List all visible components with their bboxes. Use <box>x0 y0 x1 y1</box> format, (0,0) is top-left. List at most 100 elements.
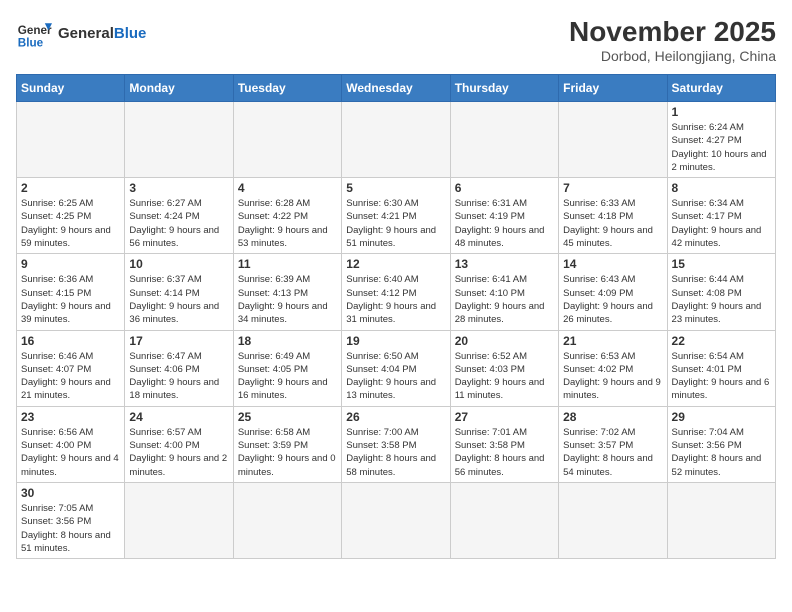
day-info: Sunrise: 7:00 AM Sunset: 3:58 PM Dayligh… <box>346 426 445 479</box>
calendar-day-cell <box>559 102 667 178</box>
calendar-day-cell <box>450 482 558 558</box>
calendar-day-cell <box>233 102 341 178</box>
svg-text:Blue: Blue <box>18 37 44 50</box>
calendar-day-cell: 10 Sunrise: 6:37 AM Sunset: 4:14 PM Dayli… <box>125 254 233 330</box>
day-number: 24 <box>129 410 228 424</box>
day-info: Sunrise: 6:34 AM Sunset: 4:17 PM Dayligh… <box>672 197 771 250</box>
day-info: Sunrise: 6:40 AM Sunset: 4:12 PM Dayligh… <box>346 273 445 326</box>
calendar-day-cell: 28Sunrise: 7:02 AM Sunset: 3:57 PM Dayli… <box>559 406 667 482</box>
calendar-week-row: 9Sunrise: 6:36 AM Sunset: 4:15 PM Daylig… <box>17 254 776 330</box>
day-info: Sunrise: 6:30 AM Sunset: 4:21 PM Dayligh… <box>346 197 445 250</box>
calendar-day-cell: 23 Sunrise: 6:56 AM Sunset: 4:00 PM Dayli… <box>17 406 125 482</box>
day-info: Sunrise: 6:33 AM Sunset: 4:18 PM Dayligh… <box>563 197 662 250</box>
day-number: 18 <box>238 334 337 348</box>
day-info: Sunrise: 6:49 AM Sunset: 4:05 PM Dayligh… <box>238 350 337 403</box>
calendar-day-cell: 15Sunrise: 6:44 AM Sunset: 4:08 PM Dayli… <box>667 254 775 330</box>
day-info: Sunrise: 6:58 AM Sunset: 3:59 PM Dayligh… <box>238 426 337 479</box>
calendar-day-cell: 17 Sunrise: 6:47 AM Sunset: 4:06 PM Dayli… <box>125 330 233 406</box>
day-info: Sunrise: 6:28 AM Sunset: 4:22 PM Dayligh… <box>238 197 337 250</box>
day-number: 1 <box>672 105 771 119</box>
calendar-day-cell: 11 Sunrise: 6:39 AM Sunset: 4:13 PM Dayli… <box>233 254 341 330</box>
day-info: Sunrise: 6:56 AM Sunset: 4:00 PM Dayligh… <box>21 426 120 479</box>
calendar-day-cell: 2Sunrise: 6:25 AM Sunset: 4:25 PM Daylig… <box>17 178 125 254</box>
day-info: Sunrise: 6:53 AM Sunset: 4:02 PM Dayligh… <box>563 350 662 403</box>
calendar-table: SundayMondayTuesdayWednesdayThursdayFrid… <box>16 74 776 559</box>
day-number: 25 <box>238 410 337 424</box>
weekday-header: Tuesday <box>233 75 341 102</box>
day-info: Sunrise: 6:52 AM Sunset: 4:03 PM Dayligh… <box>455 350 554 403</box>
calendar-day-cell: 5 Sunrise: 6:30 AM Sunset: 4:21 PM Daylig… <box>342 178 450 254</box>
day-number: 27 <box>455 410 554 424</box>
day-number: 16 <box>21 334 120 348</box>
weekday-header: Monday <box>125 75 233 102</box>
day-number: 10 <box>129 257 228 271</box>
calendar-day-cell: 22 Sunrise: 6:54 AM Sunset: 4:01 PM Dayli… <box>667 330 775 406</box>
calendar-day-cell: 18 Sunrise: 6:49 AM Sunset: 4:05 PM Dayli… <box>233 330 341 406</box>
day-info: Sunrise: 7:01 AM Sunset: 3:58 PM Dayligh… <box>455 426 554 479</box>
calendar-day-cell <box>667 482 775 558</box>
calendar-day-cell: 24 Sunrise: 6:57 AM Sunset: 4:00 PM Dayli… <box>125 406 233 482</box>
day-number: 3 <box>129 181 228 195</box>
page-subtitle: Dorbod, Heilongjiang, China <box>569 48 776 64</box>
logo: General Blue GeneralBlue <box>16 16 146 52</box>
day-info: Sunrise: 6:46 AM Sunset: 4:07 PM Dayligh… <box>21 350 120 403</box>
calendar-day-cell: 7 Sunrise: 6:33 AM Sunset: 4:18 PM Daylig… <box>559 178 667 254</box>
day-number: 17 <box>129 334 228 348</box>
day-number: 11 <box>238 257 337 271</box>
day-number: 13 <box>455 257 554 271</box>
calendar-day-cell <box>559 482 667 558</box>
day-number: 8 <box>672 181 771 195</box>
calendar-day-cell: 30Sunrise: 7:05 AM Sunset: 3:56 PM Dayli… <box>17 482 125 558</box>
calendar-day-cell: 26Sunrise: 7:00 AM Sunset: 3:58 PM Dayli… <box>342 406 450 482</box>
day-info: Sunrise: 6:47 AM Sunset: 4:06 PM Dayligh… <box>129 350 228 403</box>
calendar-day-cell: 19Sunrise: 6:50 AM Sunset: 4:04 PM Dayli… <box>342 330 450 406</box>
day-number: 28 <box>563 410 662 424</box>
calendar-day-cell: 16 Sunrise: 6:46 AM Sunset: 4:07 PM Dayli… <box>17 330 125 406</box>
page-header: General Blue GeneralBlue November 2025 D… <box>16 16 776 64</box>
calendar-day-cell: 6Sunrise: 6:31 AM Sunset: 4:19 PM Daylig… <box>450 178 558 254</box>
day-number: 22 <box>672 334 771 348</box>
day-number: 5 <box>346 181 445 195</box>
day-number: 15 <box>672 257 771 271</box>
calendar-day-cell <box>125 102 233 178</box>
logo-general: General <box>58 25 114 42</box>
calendar-week-row: 30Sunrise: 7:05 AM Sunset: 3:56 PM Dayli… <box>17 482 776 558</box>
calendar-day-cell: 25 Sunrise: 6:58 AM Sunset: 3:59 PM Dayli… <box>233 406 341 482</box>
day-number: 7 <box>563 181 662 195</box>
day-number: 21 <box>563 334 662 348</box>
calendar-day-cell: 29Sunrise: 7:04 AM Sunset: 3:56 PM Dayli… <box>667 406 775 482</box>
calendar-day-cell: 3Sunrise: 6:27 AM Sunset: 4:24 PM Daylig… <box>125 178 233 254</box>
day-number: 2 <box>21 181 120 195</box>
calendar-day-cell <box>342 102 450 178</box>
calendar-day-cell: 4 Sunrise: 6:28 AM Sunset: 4:22 PM Daylig… <box>233 178 341 254</box>
calendar-day-cell <box>125 482 233 558</box>
weekday-header: Thursday <box>450 75 558 102</box>
calendar-day-cell: 9Sunrise: 6:36 AM Sunset: 4:15 PM Daylig… <box>17 254 125 330</box>
day-number: 6 <box>455 181 554 195</box>
calendar-day-cell <box>17 102 125 178</box>
day-number: 23 <box>21 410 120 424</box>
day-info: Sunrise: 6:43 AM Sunset: 4:09 PM Dayligh… <box>563 273 662 326</box>
day-number: 19 <box>346 334 445 348</box>
calendar-day-cell: 13 Sunrise: 6:41 AM Sunset: 4:10 PM Dayli… <box>450 254 558 330</box>
day-info: Sunrise: 6:39 AM Sunset: 4:13 PM Dayligh… <box>238 273 337 326</box>
calendar-day-cell: 12Sunrise: 6:40 AM Sunset: 4:12 PM Dayli… <box>342 254 450 330</box>
day-info: Sunrise: 6:57 AM Sunset: 4:00 PM Dayligh… <box>129 426 228 479</box>
day-number: 4 <box>238 181 337 195</box>
calendar-week-row: 23 Sunrise: 6:56 AM Sunset: 4:00 PM Dayli… <box>17 406 776 482</box>
calendar-day-cell: 20 Sunrise: 6:52 AM Sunset: 4:03 PM Dayli… <box>450 330 558 406</box>
calendar-day-cell <box>450 102 558 178</box>
calendar-day-cell: 27 Sunrise: 7:01 AM Sunset: 3:58 PM Dayli… <box>450 406 558 482</box>
day-number: 29 <box>672 410 771 424</box>
day-info: Sunrise: 6:37 AM Sunset: 4:14 PM Dayligh… <box>129 273 228 326</box>
day-number: 30 <box>21 486 120 500</box>
logo-icon: General Blue <box>16 16 52 52</box>
logo-blue: Blue <box>114 25 147 42</box>
calendar-day-cell <box>342 482 450 558</box>
title-block: November 2025 Dorbod, Heilongjiang, Chin… <box>569 16 776 64</box>
day-info: Sunrise: 6:54 AM Sunset: 4:01 PM Dayligh… <box>672 350 771 403</box>
day-number: 20 <box>455 334 554 348</box>
day-info: Sunrise: 6:41 AM Sunset: 4:10 PM Dayligh… <box>455 273 554 326</box>
calendar-week-row: 1Sunrise: 6:24 AM Sunset: 4:27 PM Daylig… <box>17 102 776 178</box>
weekday-header: Friday <box>559 75 667 102</box>
